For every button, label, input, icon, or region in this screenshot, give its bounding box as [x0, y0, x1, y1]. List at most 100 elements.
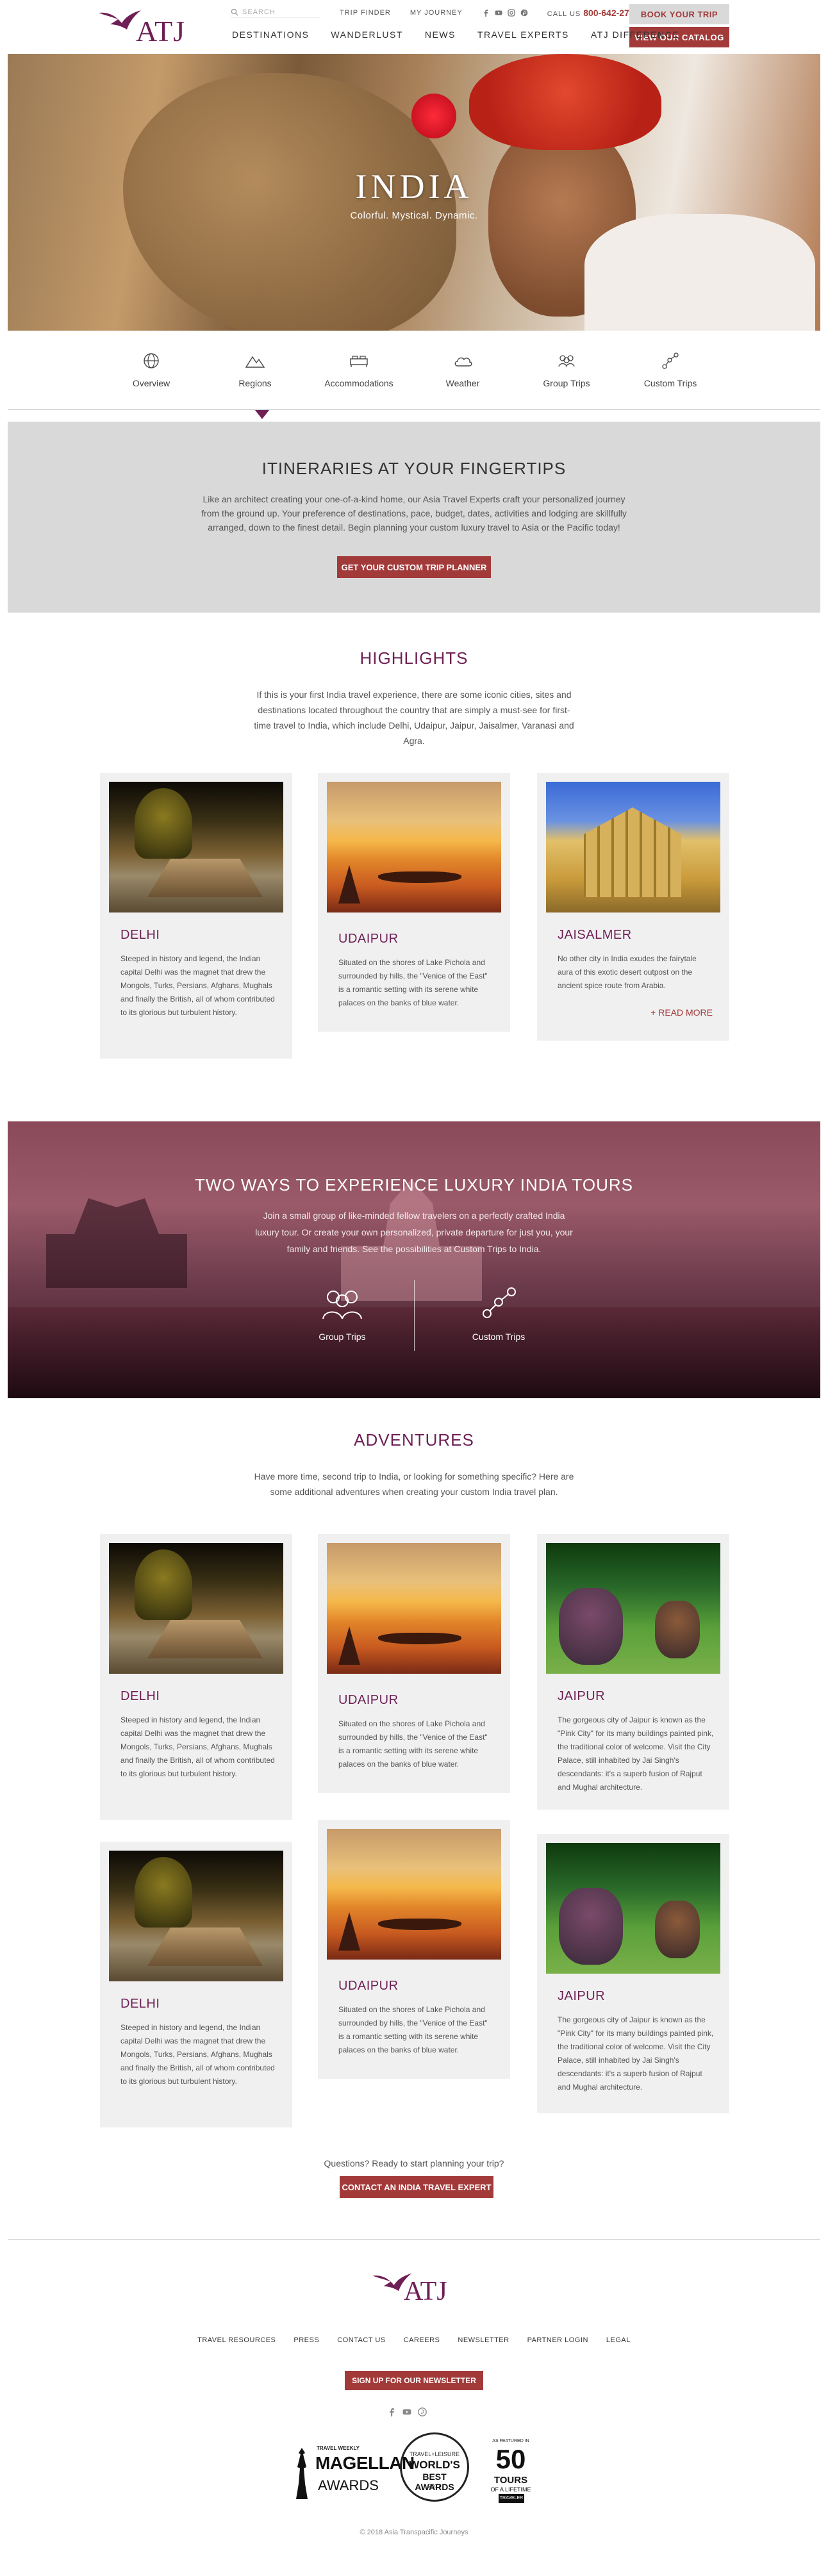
- instagram-icon[interactable]: [508, 9, 515, 17]
- card-title: JAIPUR: [558, 1989, 606, 2003]
- awards-row: TRAVEL WEEKLY MAGELLAN AWARDS TRAVEL+LEI…: [291, 2432, 541, 2504]
- group-trips-option[interactable]: Group Trips: [285, 1284, 400, 1342]
- fifty-tours-line-4: OF A LIFETIME: [490, 2486, 531, 2493]
- hero-banner: INDIA Colorful. Mystical. Dynamic.: [8, 54, 820, 331]
- youtube-icon[interactable]: [495, 9, 502, 17]
- adventure-card-jaipur[interactable]: JAIPUR The gorgeous city of Jaipur is kn…: [537, 1834, 729, 2113]
- custom-trips-option[interactable]: Custom Trips: [441, 1284, 556, 1342]
- card-title: UDAIPUR: [338, 932, 399, 946]
- pinterest-icon[interactable]: [520, 9, 528, 17]
- udaipur-photo: [327, 782, 501, 912]
- read-more-link[interactable]: + READ MORE: [650, 1007, 713, 1018]
- route-icon: [483, 1287, 516, 1318]
- highlights-title: HIGHLIGHTS: [360, 648, 468, 668]
- facebook-icon[interactable]: [482, 9, 490, 17]
- footer-link-newsletter[interactable]: NEWSLETTER: [458, 2336, 509, 2344]
- nav-destinations[interactable]: DESTINATIONS: [232, 29, 309, 40]
- udaipur-photo: [327, 1829, 501, 1960]
- tab-regions[interactable]: Regions: [204, 350, 306, 388]
- footer-link-legal[interactable]: LEGAL: [606, 2336, 631, 2344]
- adventure-card-udaipur[interactable]: UDAIPUR Situated on the shores of Lake P…: [318, 1534, 510, 1793]
- adventures-intro: Have more time, second trip to India, or…: [254, 1471, 574, 1497]
- newsletter-signup-button[interactable]: SIGN UP FOR OUR NEWSLETTER: [345, 2371, 483, 2390]
- atj-logo[interactable]: ATJ: [97, 5, 187, 49]
- custom-trip-planner-button[interactable]: GET YOUR CUSTOM TRIP PLANNER: [337, 556, 491, 578]
- hero-title: INDIA: [355, 167, 473, 206]
- highlight-card-udaipur[interactable]: UDAIPUR Situated on the shores of Lake P…: [318, 773, 510, 1032]
- footer-link-press[interactable]: PRESS: [294, 2336, 319, 2344]
- hero-turban-shape: [469, 54, 661, 150]
- footer-logo-wordmark: ATJ: [404, 2277, 447, 2306]
- header-social-icons: [482, 9, 528, 17]
- tab-label: Group Trips: [543, 378, 590, 388]
- highlight-card-delhi[interactable]: DELHI Steeped in history and legend, the…: [100, 773, 292, 1059]
- delhi-photo: [109, 1851, 283, 1981]
- cloud-icon: [454, 357, 472, 367]
- search-icon: [231, 8, 238, 15]
- tab-accommodations[interactable]: Accommodations: [308, 350, 410, 388]
- card-text: No other city in India exudes the fairyt…: [558, 954, 697, 990]
- hero-shirt-shape: [584, 214, 815, 331]
- card-text: Situated on the shores of Lake Pichola a…: [338, 958, 488, 1007]
- tab-custom-trips[interactable]: Custom Trips: [619, 350, 722, 388]
- options-divider: [414, 1280, 415, 1351]
- tab-group-trips[interactable]: Group Trips: [515, 350, 618, 388]
- nav-wanderlust[interactable]: WANDERLUST: [331, 29, 403, 40]
- bed-icon: [350, 356, 368, 367]
- fifty-tours-line-2: 50: [495, 2444, 526, 2474]
- contact-expert-button[interactable]: CONTACT AN INDIA TRAVEL EXPERT: [340, 2176, 493, 2198]
- magellan-top-text: TRAVEL WEEKLY: [317, 2445, 360, 2451]
- group-icon: [558, 355, 575, 367]
- main-nav: DESTINATIONS WANDERLUST NEWS TRAVEL EXPE…: [232, 29, 679, 40]
- card-text: Steeped in history and legend, the India…: [120, 1715, 275, 1778]
- tab-weather[interactable]: Weather: [411, 350, 514, 388]
- card-text: The gorgeous city of Jaipur is known as …: [558, 2015, 714, 2092]
- nav-atj-difference[interactable]: ATJ DIFFERENCE: [591, 29, 679, 40]
- footer-links: TRAVEL RESOURCES PRESS CONTACT US CAREER…: [0, 2336, 828, 2344]
- adventure-card-jaipur[interactable]: JAIPUR The gorgeous city of Jaipur is kn…: [537, 1534, 729, 1810]
- tab-label: Weather: [445, 378, 480, 388]
- globe-icon: [144, 353, 159, 368]
- active-tab-indicator: [255, 410, 269, 419]
- card-title: DELHI: [120, 1689, 160, 1703]
- footer-social-icons: [387, 2407, 427, 2416]
- fifty-tours-line-5: TRAVELER: [499, 2494, 524, 2503]
- youtube-icon[interactable]: [402, 2407, 411, 2416]
- adventure-card-delhi[interactable]: DELHI Steeped in history and legend, the…: [100, 1534, 292, 1820]
- worlds-best-awards-badge: TRAVEL+LEISURE WORLD'S BEST AWARDS 2017: [400, 2432, 469, 2502]
- highlight-card-jaisalmer[interactable]: JAISALMER No other city in India exudes …: [537, 773, 729, 1041]
- card-title: JAISALMER: [558, 928, 632, 942]
- tab-overview[interactable]: Overview: [100, 350, 203, 388]
- two-ways-banner: TWO WAYS TO EXPERIENCE LUXURY INDIA TOUR…: [8, 1121, 820, 1398]
- itineraries-body: Like an architect creating your one-of-a…: [201, 494, 627, 533]
- utility-bar: SEARCH TRIP FINDER MY JOURNEY CALL US 800…: [231, 6, 639, 19]
- site-header: ATJ SEARCH TRIP FINDER MY JOURNEY CALL U…: [0, 0, 828, 54]
- jaipur-photo: [546, 1843, 720, 1974]
- my-journey-link[interactable]: MY JOURNEY: [410, 9, 463, 17]
- adventure-card-udaipur[interactable]: UDAIPUR Situated on the shores of Lake P…: [318, 1820, 510, 2079]
- footer-logo[interactable]: ATJ: [372, 2268, 468, 2313]
- copyright-text: © 2018 Asia Transpacific Journeys: [360, 2529, 468, 2536]
- logo-wordmark: ATJ: [136, 15, 186, 47]
- facebook-icon[interactable]: [387, 2407, 396, 2416]
- card-text: The gorgeous city of Jaipur is known as …: [558, 1715, 714, 1792]
- tab-label: Accommodations: [324, 378, 393, 388]
- search-field[interactable]: SEARCH: [231, 8, 320, 18]
- group-icon: [322, 1291, 362, 1319]
- nav-news[interactable]: NEWS: [425, 29, 456, 40]
- adventure-card-delhi[interactable]: DELHI Steeped in history and legend, the…: [100, 1842, 292, 2127]
- group-trips-label: Group Trips: [319, 1332, 366, 1342]
- footer-link-partner-login[interactable]: PARTNER LOGIN: [527, 2336, 588, 2344]
- nav-travel-experts[interactable]: TRAVEL EXPERTS: [477, 29, 569, 40]
- book-your-trip-button[interactable]: BOOK YOUR TRIP: [629, 4, 729, 24]
- itineraries-title: ITINERARIES AT YOUR FINGERTIPS: [261, 459, 567, 478]
- footer-link-travel-resources[interactable]: TRAVEL RESOURCES: [197, 2336, 276, 2344]
- trip-finder-link[interactable]: TRIP FINDER: [340, 9, 391, 17]
- card-title: DELHI: [120, 928, 160, 942]
- footer-link-contact-us[interactable]: CONTACT US: [337, 2336, 386, 2344]
- card-text: Steeped in history and legend, the India…: [120, 954, 275, 1017]
- pinterest-icon[interactable]: [418, 2407, 427, 2416]
- card-text: Situated on the shores of Lake Pichola a…: [338, 1719, 488, 1769]
- footer-link-careers[interactable]: CAREERS: [404, 2336, 440, 2344]
- udaipur-photo: [327, 1543, 501, 1674]
